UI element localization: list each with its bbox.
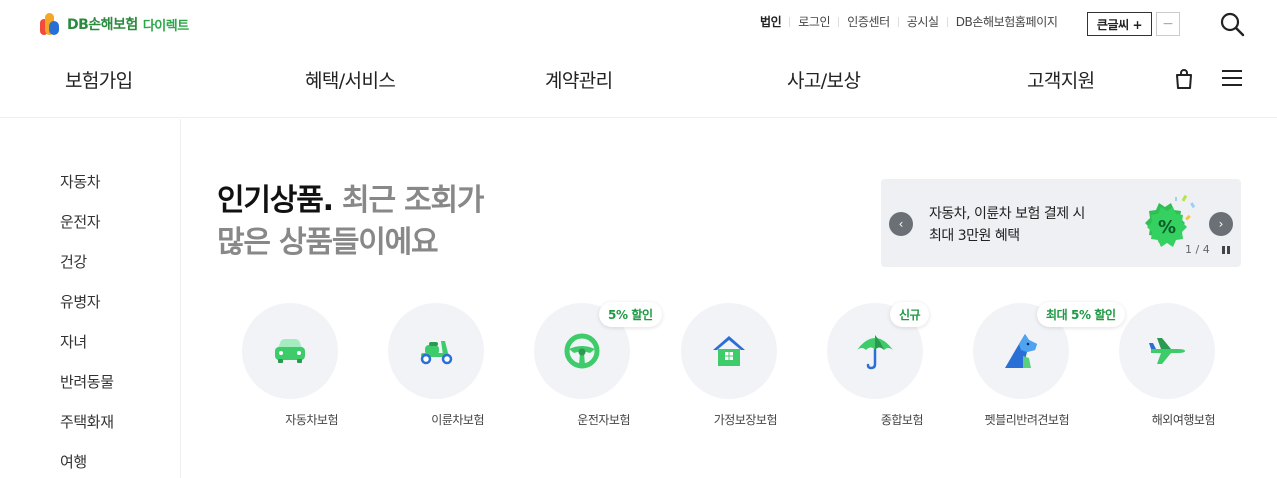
product-label: 종합보험 [880,413,924,427]
top-bar: DB손해보험 다이렉트 법인 로그인 인증센터 공시실 DB손해보험홈페이지 큰… [0,0,1277,50]
big-text-button[interactable]: 큰글씨 + [1087,12,1152,36]
sidebar-item-pet[interactable]: 반려동물 [60,371,114,392]
gnb-menu-contract[interactable]: 계약관리 [545,66,613,93]
airplane-icon [1149,338,1185,364]
util-link-corporate[interactable]: 법인 [760,13,782,30]
promo-banner[interactable]: ‹ 자동차, 이륜차 보험 결제 시 최대 3만원 혜택 % › 1 / 4 [881,179,1241,267]
product-label: 해외여행보험 [1151,413,1216,427]
cart-icon[interactable] [1173,68,1195,90]
product-label: 이륜차보험 [431,413,484,427]
banner-text-line2: 최대 3만원 혜택 [929,228,1020,244]
logo[interactable]: DB손해보험 다이렉트 [40,11,189,37]
gnb-menu-insurance-join[interactable]: 보험가입 [65,66,133,93]
scooter-icon [420,341,453,365]
car-icon [275,339,305,363]
banner-page-indicator: 1 / 4 [1185,243,1210,256]
category-sidebar: 자동차 운전자 건강 유병자 자녀 반려동물 주택화재 여행 [0,119,181,478]
divider [789,16,791,27]
product-motorcycle[interactable]: 이륜차보험 [388,303,484,428]
gnb-menu-claims[interactable]: 사고/보상 [787,66,861,93]
headline-rest: 최근 조회가 [332,183,484,218]
product-label: 펫블리반려견보험 [984,413,1070,427]
product-home[interactable]: 가정보장보험 [681,303,778,428]
umbrella-icon [857,335,893,370]
product-circle [388,303,484,399]
banner-prev-button[interactable]: ‹ [889,212,913,236]
sidebar-item-preexisting[interactable]: 유병자 [60,291,101,312]
utility-links: 법인 로그인 인증센터 공시실 DB손해보험홈페이지 [760,13,1058,30]
logo-text: DB손해보험 [67,17,138,33]
steering-wheel-icon [564,333,600,369]
sidebar-item-health[interactable]: 건강 [60,251,87,272]
sidebar-item-travel[interactable]: 여행 [60,451,87,472]
product-pet-dog[interactable]: 펫블리반려견보험 최대 5% 할인 [973,302,1125,428]
db-logo-icon [40,13,59,35]
search-icon[interactable] [1219,11,1245,37]
gnb-menu-benefits[interactable]: 혜택/서비스 [305,66,396,93]
product-label: 가정보장보험 [713,413,778,427]
product-circle [1119,303,1215,399]
logo-subtext: 다이렉트 [142,18,189,34]
sidebar-item-child[interactable]: 자녀 [60,331,87,352]
banner-text-line1: 자동차, 이륜차 보험 결제 시 [929,206,1085,222]
product-label: 운전자보험 [577,413,630,427]
util-link-cert-center[interactable]: 인증센터 [847,13,890,30]
dog-icon [1005,334,1037,368]
product-circle [681,303,777,399]
menu-icon[interactable] [1221,68,1243,88]
svg-text:%: % [1158,217,1176,238]
util-link-db-homepage[interactable]: DB손해보험홈페이지 [956,13,1058,30]
headline-line2: 많은 상품들이에요 [217,225,439,260]
product-circle [242,303,338,399]
house-icon [713,336,745,366]
new-badge: 신규 [890,302,930,327]
pause-icon[interactable] [1222,246,1230,254]
divider [946,16,948,27]
section-headline: 인기상품. 최근 조회가 많은 상품들이에요 [217,180,484,264]
divider [897,16,899,27]
text-size-minus-button[interactable]: − [1156,12,1180,36]
sidebar-item-home-fire[interactable]: 주택화재 [60,411,114,432]
headline-strong: 인기상품. [217,183,334,218]
sidebar-item-car[interactable]: 자동차 [60,171,101,192]
divider [838,16,840,27]
sidebar-item-driver[interactable]: 운전자 [60,211,101,232]
util-link-disclosure[interactable]: 공시실 [907,13,939,30]
discount-badge: 5% 할인 [599,302,662,327]
product-general[interactable]: 종합보험 신규 [827,302,930,428]
product-driver[interactable]: 운전자보험 5% 할인 [534,302,662,428]
global-nav: 보험가입 혜택/서비스 계약관리 사고/보상 고객지원 [0,50,1277,118]
discount-badge: 최대 5% 할인 [1037,302,1125,327]
product-travel[interactable]: 해외여행보험 [1119,303,1216,428]
product-car[interactable]: 자동차보험 [242,303,338,428]
util-link-login[interactable]: 로그인 [798,13,830,30]
gnb-menu-support[interactable]: 고객지원 [1027,66,1095,93]
product-label: 자동차보험 [285,413,338,427]
banner-next-button[interactable]: › [1209,212,1233,236]
